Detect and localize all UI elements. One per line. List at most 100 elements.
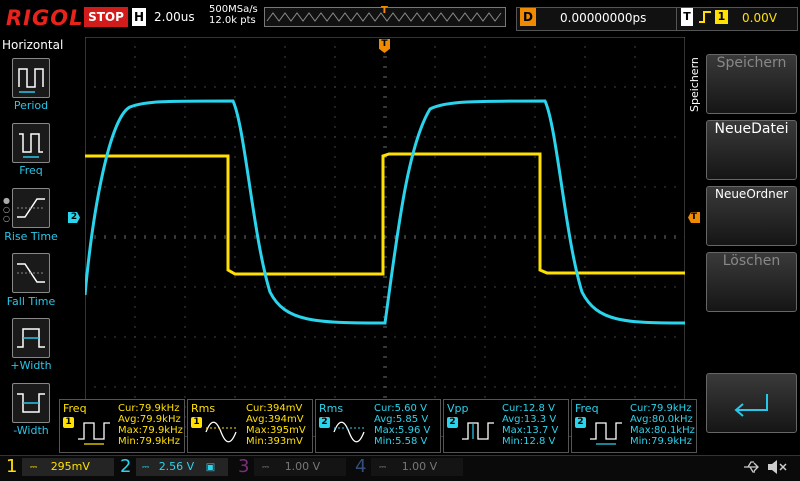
page-dots: ● ○ ○	[3, 196, 10, 223]
measurement-freq-ch1[interactable]: Freq 1 Cur:79.9kHz Avg:79.9kHz Max:79.9k…	[59, 399, 185, 453]
ch4-number[interactable]: 4	[355, 456, 366, 477]
waveform-graticule	[83, 36, 686, 438]
measurement-cur: Cur:79.9kHz	[630, 403, 692, 414]
vpp-wave-icon	[462, 422, 494, 440]
period-button[interactable]	[12, 58, 50, 98]
period-label: Period	[13, 99, 49, 112]
rise-time-label: Rise Time	[4, 230, 58, 243]
new-folder-button[interactable]: NeueOrdner	[706, 186, 797, 246]
freq-label: Freq	[19, 164, 43, 177]
channel-badge: 2	[319, 417, 330, 428]
ch3-scale: 1.00 V	[284, 460, 321, 473]
memory-depth: 12.0k pts	[209, 15, 256, 26]
measurement-max: Max:80.1kHz	[630, 425, 695, 436]
measurement-name: Rms	[319, 402, 344, 415]
freq-wave-icon	[78, 422, 110, 445]
ch4-settings[interactable]: ⎓ 1.00 V	[371, 458, 463, 476]
measurement-max: Max:13.7 V	[502, 425, 559, 436]
measurement-rms-ch2[interactable]: Rms 2 Cur:5.60 V Avg:5.85 V Max:5.96 V M…	[315, 399, 441, 453]
measurement-avg: Avg:13.3 V	[502, 414, 557, 425]
dc-coupling-icon: ⎓	[142, 463, 150, 473]
enter-return-icon	[734, 394, 768, 417]
negative-width-label: -Width	[13, 424, 49, 437]
positive-width-icon	[17, 328, 45, 348]
brand-logo: RIGOL	[6, 6, 84, 30]
fall-time-icon	[17, 263, 45, 283]
trigger-position-marker: T	[381, 5, 388, 16]
ch2-scale: 2.56 V	[158, 460, 195, 473]
negative-width-button[interactable]	[12, 383, 50, 423]
dc-coupling-icon: ⎓	[262, 463, 270, 473]
measurement-min: Min:5.58 V	[374, 436, 428, 447]
channel-badge: 2	[575, 417, 586, 428]
measurement-name: Rms	[191, 402, 216, 415]
ch1-scale: 295mV	[50, 460, 90, 473]
freq-wave-icon	[590, 422, 622, 445]
rms-wave-icon	[205, 421, 238, 443]
delay-value: 0.00000000ps	[560, 11, 647, 25]
ch2-settings[interactable]: ⎓ 2.56 V ▣	[136, 458, 228, 476]
ch2-number[interactable]: 2	[120, 456, 131, 477]
period-icon	[18, 68, 44, 93]
freq-button[interactable]	[12, 123, 50, 163]
ch3-settings[interactable]: ⎓ 1.00 V	[254, 458, 346, 476]
measurement-max: Max:395mV	[246, 425, 306, 436]
positive-width-button[interactable]	[12, 318, 50, 358]
speaker-muted-icon[interactable]	[766, 458, 788, 480]
fall-time-button[interactable]	[12, 253, 50, 293]
trigger-level: 0.00V	[742, 11, 777, 25]
ch2-level-marker[interactable]: 2	[68, 212, 80, 223]
measurement-cur: Cur:12.8 V	[502, 403, 555, 414]
ch1-settings[interactable]: ⎓ 295mV	[22, 458, 114, 476]
measurement-freq-ch2[interactable]: Freq 2 Cur:79.9kHz Avg:80.0kHz Max:80.1k…	[571, 399, 697, 453]
bandwidth-limit-icon: ▣	[205, 462, 216, 473]
ch3-number[interactable]: 3	[238, 456, 249, 477]
rise-time-icon	[17, 198, 45, 218]
measurement-min: Min:12.8 V	[502, 436, 556, 447]
measurement-name: Freq	[63, 402, 87, 415]
measurement-vpp-ch2[interactable]: Vpp 2 Cur:12.8 V Avg:13.3 V Max:13.7 V M…	[443, 399, 569, 453]
measurement-min: Min:393mV	[246, 436, 303, 447]
save-button[interactable]: Speichern	[706, 54, 797, 114]
measurement-avg: Avg:5.85 V	[374, 414, 429, 425]
acquisition-info: 500MSa/s 12.0k pts	[209, 4, 258, 26]
run-stop-indicator[interactable]: STOP	[84, 7, 128, 27]
measurement-min: Min:79.9kHz	[118, 436, 180, 447]
delete-button[interactable]: Löschen	[706, 252, 797, 312]
rising-edge-icon	[698, 9, 712, 29]
measurement-min: Min:79.9kHz	[630, 436, 692, 447]
channel-badge: 2	[447, 417, 458, 428]
measurement-cur: Cur:394mV	[246, 403, 303, 414]
trigger-level-marker[interactable]: T	[688, 212, 700, 223]
dc-coupling-icon: ⎓	[379, 463, 387, 473]
positive-width-label: +Width	[10, 359, 52, 372]
measurement-avg: Avg:79.9kHz	[118, 414, 181, 425]
measurement-avg: Avg:80.0kHz	[630, 414, 693, 425]
measurement-avg: Avg:394mV	[246, 414, 304, 425]
trigger-box[interactable]	[676, 7, 798, 31]
measurement-max: Max:5.96 V	[374, 425, 431, 436]
measurement-name: Freq	[575, 402, 599, 415]
waveform-display[interactable]	[83, 36, 686, 438]
channel-badge: 1	[191, 417, 202, 428]
measurement-name: Vpp	[447, 402, 469, 415]
sample-rate: 500MSa/s	[209, 4, 258, 15]
measurement-max: Max:79.9kHz	[118, 425, 183, 436]
measurement-cur: Cur:5.60 V	[374, 403, 427, 414]
trigger-source: 1	[715, 10, 728, 24]
menu-title: Speichern	[688, 57, 701, 112]
timebase-value[interactable]: 2.00us	[154, 10, 195, 24]
channel-badge: 1	[63, 417, 74, 428]
new-file-button[interactable]: NeueDatei	[706, 120, 797, 180]
measurement-rms-ch1[interactable]: Rms 1 Cur:394mV Avg:394mV Max:395mV Min:…	[187, 399, 313, 453]
fall-time-label: Fall Time	[6, 295, 56, 308]
enter-button[interactable]	[706, 373, 797, 433]
ch4-scale: 1.00 V	[401, 460, 438, 473]
timebase-label: H	[132, 8, 146, 26]
freq-icon	[19, 133, 43, 158]
usb-icon	[742, 459, 762, 479]
rise-time-button[interactable]	[12, 188, 50, 228]
ch1-number[interactable]: 1	[6, 456, 17, 477]
trigger-label: T	[681, 8, 693, 26]
delay-label: D	[520, 8, 536, 26]
